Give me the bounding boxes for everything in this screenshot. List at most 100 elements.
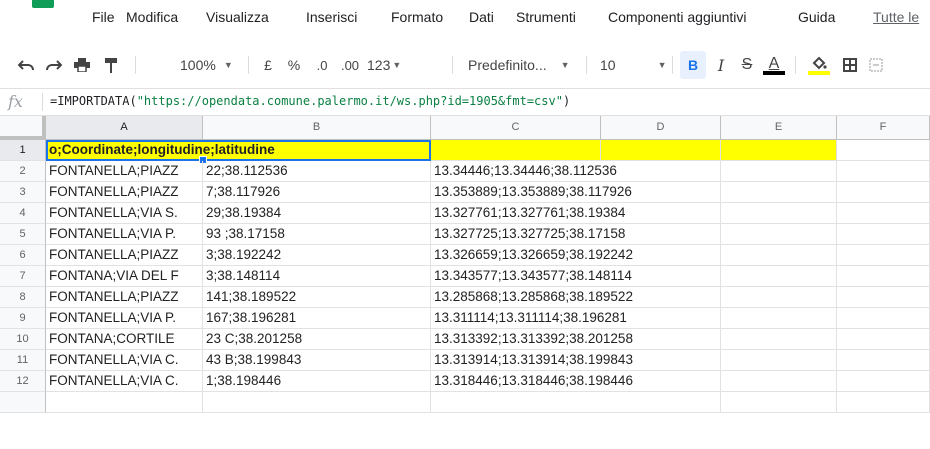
cell-b[interactable]: 3;38.148114 xyxy=(203,266,431,287)
cell-a[interactable]: FONTANELLA;VIA S. xyxy=(46,203,203,224)
row-header[interactable]: 2 xyxy=(0,161,46,182)
cell-a[interactable]: FONTANELLA;VIA C. xyxy=(46,371,203,392)
column-header-c[interactable]: C xyxy=(431,116,601,140)
row-header[interactable]: 8 xyxy=(0,287,46,308)
cell-e[interactable] xyxy=(721,224,837,245)
paint-format-icon[interactable] xyxy=(102,54,120,76)
zoom-select[interactable]: 100% ▼ xyxy=(180,54,233,76)
cell-c[interactable]: 13.327761;13.327761;38.19384 xyxy=(431,203,721,224)
cell-f[interactable] xyxy=(837,350,930,371)
row-header[interactable]: 9 xyxy=(0,308,46,329)
menu-view[interactable]: Visualizza xyxy=(206,9,269,25)
column-header-b[interactable]: B xyxy=(203,116,431,140)
bold-button[interactable]: B xyxy=(680,51,706,79)
sheets-logo-icon[interactable] xyxy=(32,0,54,8)
column-header-d[interactable]: D xyxy=(601,116,721,140)
menu-addons[interactable]: Componenti aggiuntivi xyxy=(608,9,747,25)
cell-a[interactable] xyxy=(46,392,203,413)
row-header[interactable] xyxy=(0,392,46,413)
merge-cells-icon[interactable] xyxy=(866,54,886,76)
cell-e[interactable] xyxy=(721,350,837,371)
row-header[interactable]: 1 xyxy=(0,140,46,161)
menu-edit[interactable]: Modifica xyxy=(126,9,178,25)
cell-c[interactable]: 13.313914;13.313914;38.199843 xyxy=(431,350,721,371)
cell-e[interactable] xyxy=(721,182,837,203)
cell-e[interactable] xyxy=(721,371,837,392)
row-header[interactable]: 5 xyxy=(0,224,46,245)
cell-e[interactable] xyxy=(721,287,837,308)
menu-insert[interactable]: Inserisci xyxy=(306,9,357,25)
cell-a[interactable]: FONTANA;CORTILE xyxy=(46,329,203,350)
undo-icon[interactable] xyxy=(16,54,36,76)
formula-input[interactable]: =IMPORTDATA("https://opendata.comune.pal… xyxy=(50,94,570,108)
font-family-select[interactable]: Predefinito... ▼ xyxy=(468,54,570,76)
menu-format[interactable]: Formato xyxy=(391,9,443,25)
cell-f[interactable] xyxy=(837,329,930,350)
cell-a[interactable]: FONTANELLA;VIA C. xyxy=(46,350,203,371)
cell-a[interactable]: FONTANELLA;PIAZZ xyxy=(46,182,203,203)
cell-b[interactable]: 141;38.189522 xyxy=(203,287,431,308)
cell-a[interactable]: FONTANELLA;PIAZZ xyxy=(46,245,203,266)
cell-c[interactable]: 13.313392;13.313392;38.201258 xyxy=(431,329,721,350)
cell-a[interactable]: FONTANELLA;PIAZZ xyxy=(46,161,203,182)
cell-f[interactable] xyxy=(837,392,930,413)
cell-b[interactable]: 1;38.198446 xyxy=(203,371,431,392)
cell-e[interactable] xyxy=(721,329,837,350)
cell-f[interactable] xyxy=(837,308,930,329)
cell-e[interactable] xyxy=(721,203,837,224)
cell-a[interactable]: FONTANA;VIA DEL F xyxy=(46,266,203,287)
row-header[interactable]: 4 xyxy=(0,203,46,224)
menu-help[interactable]: Guida xyxy=(798,9,835,25)
cell-c[interactable]: 13.318446;13.318446;38.198446 xyxy=(431,371,721,392)
fill-color-button[interactable] xyxy=(808,52,830,78)
cell-a1[interactable]: o;Coordinate;longitudine;latitudine xyxy=(46,140,431,161)
menu-tools[interactable]: Strumenti xyxy=(516,9,576,25)
strikethrough-button[interactable]: S xyxy=(738,54,756,76)
cell-e[interactable] xyxy=(721,392,837,413)
cell-f[interactable] xyxy=(837,161,930,182)
currency-format-button[interactable]: £ xyxy=(260,54,276,76)
cell-f[interactable] xyxy=(837,224,930,245)
print-icon[interactable] xyxy=(72,54,92,76)
cell-e1[interactable] xyxy=(721,140,837,161)
select-all-corner[interactable] xyxy=(0,116,46,140)
cell-c[interactable]: 13.34446;13.34446;38.112536 xyxy=(431,161,721,182)
last-edit-link[interactable]: Tutte le xyxy=(873,9,919,25)
cell-c[interactable]: 13.343577;13.343577;38.148114 xyxy=(431,266,721,287)
italic-button[interactable]: I xyxy=(712,54,730,76)
cell-c[interactable]: 13.327725;13.327725;38.17158 xyxy=(431,224,721,245)
cell-e[interactable] xyxy=(721,266,837,287)
cell-f[interactable] xyxy=(837,203,930,224)
cell-e[interactable] xyxy=(721,308,837,329)
column-header-e[interactable]: E xyxy=(721,116,837,140)
cell-a[interactable]: FONTANELLA;VIA P. xyxy=(46,224,203,245)
increase-decimal-button[interactable]: .00 xyxy=(336,54,364,76)
column-header-f[interactable]: F xyxy=(837,116,930,140)
row-header[interactable]: 11 xyxy=(0,350,46,371)
menu-data[interactable]: Dati xyxy=(469,9,494,25)
row-header[interactable]: 10 xyxy=(0,329,46,350)
cell-e[interactable] xyxy=(721,245,837,266)
cell-f[interactable] xyxy=(837,266,930,287)
row-header[interactable]: 7 xyxy=(0,266,46,287)
cell-f[interactable] xyxy=(837,182,930,203)
cell-f1[interactable] xyxy=(837,140,930,161)
text-color-button[interactable]: A xyxy=(763,52,785,78)
cell-b[interactable] xyxy=(203,392,431,413)
cell-c[interactable]: 13.326659;13.326659;38.192242 xyxy=(431,245,721,266)
cell-b[interactable]: 29;38.19384 xyxy=(203,203,431,224)
cell-c[interactable]: 13.353889;13.353889;38.117926 xyxy=(431,182,721,203)
cell-f[interactable] xyxy=(837,245,930,266)
cell-b[interactable]: 22;38.112536 xyxy=(203,161,431,182)
cell-b[interactable]: 7;38.117926 xyxy=(203,182,431,203)
cell-c[interactable]: 13.285868;13.285868;38.189522 xyxy=(431,287,721,308)
percent-format-button[interactable]: % xyxy=(286,54,302,76)
column-header-a[interactable]: A xyxy=(46,116,203,140)
cell-c1[interactable] xyxy=(431,140,601,161)
cell-b[interactable]: 93 ;38.17158 xyxy=(203,224,431,245)
cell-f[interactable] xyxy=(837,371,930,392)
decrease-decimal-button[interactable]: .0 xyxy=(310,54,334,76)
cell-a[interactable]: FONTANELLA;PIAZZ xyxy=(46,287,203,308)
cell-b[interactable]: 23 C;38.201258 xyxy=(203,329,431,350)
cell-c[interactable]: 13.311114;13.311114;38.196281 xyxy=(431,308,721,329)
